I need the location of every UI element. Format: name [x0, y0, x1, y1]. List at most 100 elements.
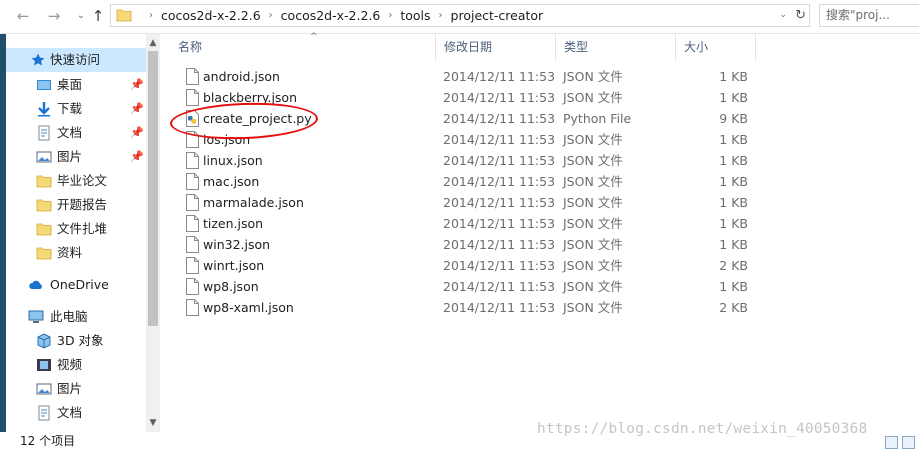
file-row[interactable]: wp8.json 2014/12/11 11:53 JSON 文件 1 KB — [180, 276, 760, 297]
file-size: 2 KB — [719, 258, 748, 273]
column-header-name[interactable]: ^ 名称 — [170, 32, 436, 60]
file-row[interactable]: android.json 2014/12/11 11:53 JSON 文件 1 KB — [180, 66, 760, 87]
back-button[interactable]: ← — [12, 6, 34, 26]
file-row[interactable]: wp8-xaml.json 2014/12/11 11:53 JSON 文件 2 KB — [180, 297, 760, 318]
chevron-right-icon[interactable]: › — [149, 5, 153, 26]
file-type: JSON 文件 — [563, 237, 623, 252]
breadcrumb-item[interactable]: tools — [400, 5, 430, 26]
python-file-icon — [186, 110, 199, 127]
nav-item-desktop[interactable]: 桌面 📌 — [0, 73, 146, 97]
nav-scrollbar[interactable]: ▲ ▼ — [146, 34, 160, 432]
scroll-up-icon[interactable]: ▲ — [146, 36, 160, 50]
file-type: JSON 文件 — [563, 174, 623, 189]
large-icons-view-icon[interactable] — [902, 436, 915, 449]
file-type: JSON 文件 — [563, 132, 623, 147]
pictures-icon — [36, 151, 52, 163]
file-date: 2014/12/11 11:53 — [443, 195, 556, 210]
file-row[interactable]: create_project.py 2014/12/11 11:53 Python … — [180, 108, 760, 129]
folder-icon — [36, 175, 52, 188]
nav-item-3d-objects[interactable]: 3D 对象 — [0, 329, 146, 353]
column-header-type[interactable]: 类型 — [556, 34, 676, 60]
file-type: JSON 文件 — [563, 153, 623, 168]
pin-icon[interactable]: 📌 — [130, 97, 144, 121]
file-row[interactable]: winrt.json 2014/12/11 11:53 JSON 文件 2 KB — [180, 255, 760, 276]
file-date: 2014/12/11 11:53 — [443, 153, 556, 168]
nav-item-onedrive[interactable]: OneDrive — [0, 273, 146, 297]
file-icon — [186, 257, 199, 274]
nav-item-folder[interactable]: 毕业论文 — [0, 169, 146, 193]
file-icon — [186, 278, 199, 295]
nav-item-documents[interactable]: 文档 — [0, 401, 146, 425]
nav-label: 3D 对象 — [57, 333, 104, 348]
address-bar[interactable]: › cocos2d-x-2.2.6 › cocos2d-x-2.2.6 › to… — [110, 4, 810, 27]
breadcrumb-item[interactable]: cocos2d-x-2.2.6 — [281, 5, 381, 26]
file-row[interactable]: win32.json 2014/12/11 11:53 JSON 文件 1 KB — [180, 234, 760, 255]
navigation-pane: 快速访问 桌面 📌 下载 📌 文档 📌 图片 📌 毕业论文 开题报告 文件扎堆 … — [0, 34, 160, 432]
file-date: 2014/12/11 11:53 — [443, 69, 556, 84]
star-icon — [31, 53, 45, 66]
file-name: winrt.json — [203, 258, 265, 273]
column-header-size[interactable]: 大小 — [676, 34, 756, 60]
forward-button[interactable]: → — [43, 6, 65, 26]
file-type: JSON 文件 — [563, 216, 623, 231]
nav-label: 下载 — [57, 101, 83, 116]
file-date: 2014/12/11 11:53 — [443, 216, 556, 231]
file-size: 1 KB — [719, 279, 748, 294]
file-date: 2014/12/11 11:53 — [443, 132, 556, 147]
file-row[interactable]: mac.json 2014/12/11 11:53 JSON 文件 1 KB — [180, 171, 760, 192]
file-name: wp8-xaml.json — [203, 300, 294, 315]
scroll-down-icon[interactable]: ▼ — [146, 416, 160, 430]
file-name: mac.json — [203, 174, 260, 189]
file-name: create_project.py — [203, 111, 312, 126]
breadcrumb-item[interactable]: project-creator — [451, 5, 544, 26]
file-row[interactable]: blackberry.json 2014/12/11 11:53 JSON 文件 1 … — [180, 87, 760, 108]
nav-quick-access[interactable]: 快速访问 — [0, 48, 146, 72]
up-button[interactable]: ↑ — [87, 6, 109, 26]
file-icon — [186, 299, 199, 316]
file-type: JSON 文件 — [563, 195, 623, 210]
refresh-button[interactable]: ↻ — [795, 6, 806, 25]
file-row[interactable]: marmalade.json 2014/12/11 11:53 JSON 文件 1 K… — [180, 192, 760, 213]
nav-label: 文档 — [57, 125, 83, 140]
file-icon — [186, 89, 199, 106]
column-label: 大小 — [684, 40, 709, 54]
file-size: 9 KB — [719, 111, 748, 126]
nav-label: 开题报告 — [57, 197, 108, 212]
nav-item-folder[interactable]: 资料 — [0, 241, 146, 265]
nav-item-videos[interactable]: 视频 — [0, 353, 146, 377]
details-view-icon[interactable] — [885, 436, 898, 449]
file-row[interactable]: ios.json 2014/12/11 11:53 JSON 文件 1 KB — [180, 129, 760, 150]
file-row[interactable]: tizen.json 2014/12/11 11:53 JSON 文件 1 KB — [180, 213, 760, 234]
nav-item-folder[interactable]: 文件扎堆 — [0, 217, 146, 241]
chevron-right-icon[interactable]: › — [439, 5, 443, 26]
nav-item-pictures[interactable]: 图片 — [0, 377, 146, 401]
chevron-right-icon[interactable]: › — [269, 5, 273, 26]
nav-label: 图片 — [57, 381, 83, 396]
nav-item-this-pc[interactable]: 此电脑 — [0, 305, 146, 329]
pin-icon[interactable]: 📌 — [130, 145, 144, 169]
file-size: 1 KB — [719, 153, 748, 168]
chevron-right-icon[interactable]: › — [388, 5, 392, 26]
folder-icon — [36, 199, 52, 212]
watermark: https://blog.csdn.net/weixin_40050368 — [537, 421, 868, 437]
nav-item-documents[interactable]: 文档 📌 — [0, 121, 146, 145]
column-header-date[interactable]: 修改日期 — [436, 34, 556, 60]
address-dropdown-button[interactable]: ⌄ — [779, 7, 787, 24]
breadcrumb-item[interactable]: cocos2d-x-2.2.6 — [161, 5, 261, 26]
nav-label: 图片 — [57, 149, 83, 164]
address-toolbar: ← → ⌄ ↑ › cocos2d-x-2.2.6 › cocos2d-x-2.… — [0, 0, 919, 34]
file-date: 2014/12/11 11:53 — [443, 279, 556, 294]
nav-item-folder[interactable]: 开题报告 — [0, 193, 146, 217]
file-size: 1 KB — [719, 132, 748, 147]
documents-icon — [38, 125, 50, 141]
nav-item-pictures[interactable]: 图片 📌 — [0, 145, 146, 169]
search-input[interactable]: 搜索"proj... — [819, 4, 919, 27]
pin-icon[interactable]: 📌 — [130, 121, 144, 145]
file-name: ios.json — [203, 132, 251, 147]
folder-icon — [116, 9, 132, 22]
pin-icon[interactable]: 📌 — [130, 73, 144, 97]
nav-item-downloads[interactable]: 下载 📌 — [0, 97, 146, 121]
file-row[interactable]: linux.json 2014/12/11 11:53 JSON 文件 1 KB — [180, 150, 760, 171]
scrollbar-thumb[interactable] — [148, 51, 158, 326]
nav-label: 毕业论文 — [57, 173, 108, 188]
